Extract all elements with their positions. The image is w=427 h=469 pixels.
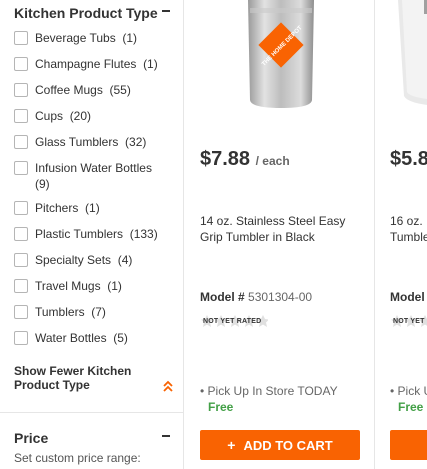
filter-option[interactable]: Plastic Tumblers (133) — [14, 226, 179, 242]
product-card: THE HOME DEPOT $7.88 / each 14 oz. Stain… — [185, 0, 375, 469]
filter-option-label: Plastic Tumblers — [35, 227, 124, 241]
price-value: $7.88 — [200, 148, 251, 170]
filter-option-count: (55) — [109, 83, 131, 97]
add-to-cart-button[interactable] — [390, 430, 427, 460]
filter-option-label: Specialty Sets — [35, 253, 112, 267]
filter-option-count: (20) — [69, 109, 92, 123]
product-image[interactable] — [398, 0, 427, 110]
pickup-price: Free — [398, 400, 424, 414]
product-title[interactable]: 14 oz. Stainless Steel Easy Grip Tumbler… — [200, 213, 360, 245]
filter-option[interactable]: Champagne Flutes (1) — [14, 56, 179, 72]
rating-text: NOT YET — [393, 318, 425, 325]
filter-title: Kitchen Product Type — [14, 5, 158, 21]
checkbox[interactable] — [14, 279, 28, 293]
filter-option-label: Champagne Flutes — [35, 57, 137, 71]
filter-option-label: Tumblers — [35, 305, 85, 319]
model-value: 5301304-00 — [248, 290, 313, 304]
checkbox[interactable] — [14, 227, 28, 241]
filter-option-label: Coffee Mugs — [35, 83, 103, 97]
filter-option[interactable]: Infusion Water Bottles (9) — [14, 160, 179, 192]
model-label: Model — [390, 290, 425, 304]
show-fewer-link[interactable]: Show Fewer Kitchen Product Type — [14, 364, 134, 392]
checkbox[interactable] — [14, 253, 28, 267]
product-price: $7.88 / each — [200, 148, 290, 171]
filter-option[interactable]: Cups (20) — [14, 108, 179, 124]
checkbox[interactable] — [14, 83, 28, 97]
checkbox[interactable] — [14, 305, 28, 319]
filter-option-count: (5) — [113, 331, 128, 345]
filter-option-label: Glass Tumblers — [35, 135, 119, 149]
pickup-info: • Pick Up In Store TODAY — [200, 384, 338, 398]
filter-option[interactable]: Specialty Sets (4) — [14, 252, 179, 268]
filter-option-label: Beverage Tubs — [35, 31, 116, 45]
product-title-line: 16 oz. — [390, 214, 423, 228]
filter-option-label: Pitchers — [35, 201, 79, 215]
filter-option-label: Infusion Water Bottles — [35, 161, 152, 175]
checkbox[interactable] — [14, 57, 28, 71]
collapse-icon[interactable] — [162, 10, 170, 12]
add-to-cart-label: ADD TO CART — [243, 437, 333, 453]
filter-option-count: (1) — [85, 201, 100, 215]
model-number: Model — [390, 290, 425, 304]
filter-option[interactable]: Pitchers (1) — [14, 200, 179, 216]
checkbox[interactable] — [14, 31, 28, 45]
filter-option-count: (7) — [91, 305, 106, 319]
checkbox[interactable] — [14, 109, 28, 123]
price-unit: / each — [255, 154, 290, 168]
product-title[interactable]: 16 oz. Tumble — [390, 213, 427, 245]
checkbox[interactable] — [14, 201, 28, 215]
chevron-up-icon[interactable] — [163, 380, 173, 392]
filter-option-count: (1) — [107, 279, 122, 293]
checkbox[interactable] — [14, 161, 28, 175]
filter-option-label: Travel Mugs — [35, 279, 101, 293]
checkbox[interactable] — [14, 135, 28, 149]
filter-option-count: (9) — [35, 177, 50, 191]
filter-option-count: (133) — [129, 227, 158, 241]
filter-sidebar: Kitchen Product Type Beverage Tubs (1) C… — [0, 0, 184, 469]
filter-option-label: Cups — [35, 109, 64, 123]
product-price: $5.8 — [390, 148, 427, 170]
filter-option-count: (4) — [117, 253, 133, 267]
filter-option-count: (1) — [122, 31, 138, 45]
filter-option-count: (32) — [125, 135, 147, 149]
divider — [0, 412, 184, 413]
price-filter-title: Price — [14, 430, 49, 446]
model-label: Model # — [200, 290, 245, 304]
filter-option[interactable]: Travel Mugs (1) — [14, 278, 179, 294]
checkbox[interactable] — [14, 331, 28, 345]
pickup-info: • Pick U — [390, 384, 427, 398]
filter-option[interactable]: Tumblers (7) — [14, 304, 179, 320]
product-title-line: Tumble — [390, 230, 427, 244]
product-card: $5.8 16 oz. Tumble Model NOT YET • Pick … — [376, 0, 427, 469]
filter-option-count: (1) — [143, 57, 158, 71]
filter-option[interactable]: Coffee Mugs (55) — [14, 82, 179, 98]
filter-option[interactable]: Water Bottles (5) — [14, 330, 179, 346]
collapse-icon[interactable] — [162, 435, 170, 437]
plus-icon: + — [227, 437, 236, 453]
pickup-price: Free — [208, 400, 234, 414]
model-number: Model # 5301304-00 — [200, 290, 312, 304]
product-image[interactable]: THE HOME DEPOT — [242, 0, 320, 110]
filter-option[interactable]: Glass Tumblers (32) — [14, 134, 179, 150]
filter-option-label: Water Bottles — [35, 331, 107, 345]
rating-text: NOT YET RATED — [203, 318, 262, 325]
price-filter-subtitle: Set custom price range: — [14, 451, 141, 465]
filter-option[interactable]: Beverage Tubs (1) — [14, 30, 179, 46]
add-to-cart-button[interactable]: + ADD TO CART — [200, 430, 360, 460]
